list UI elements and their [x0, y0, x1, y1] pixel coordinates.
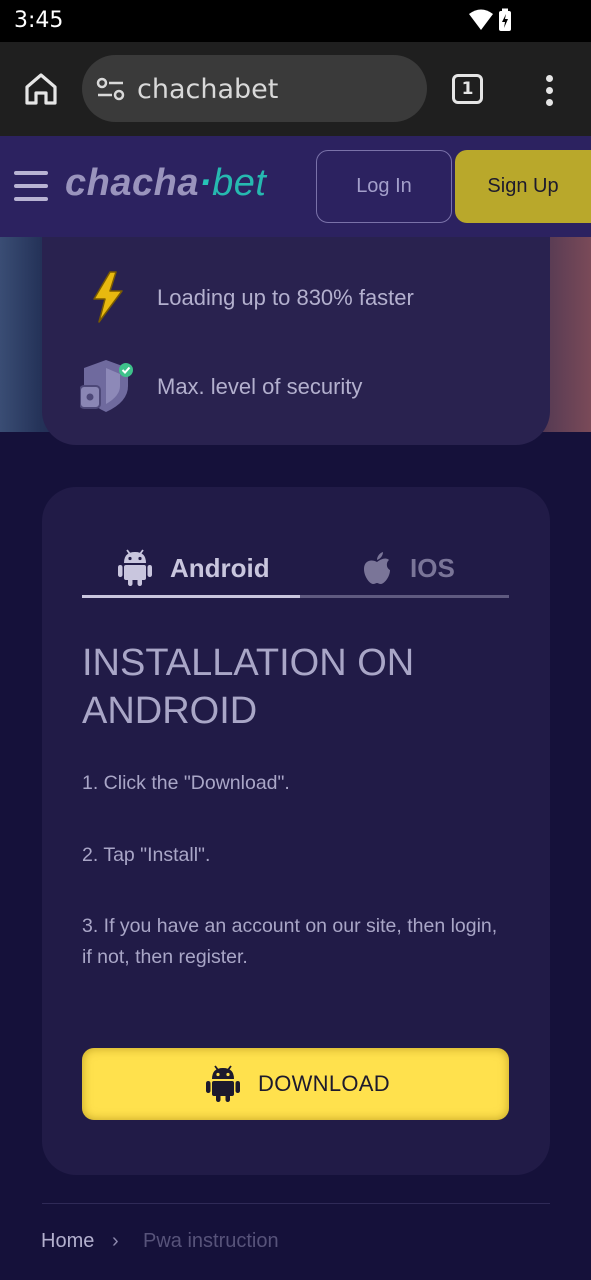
tab-android-label: Android: [170, 553, 270, 583]
shield-icon: [79, 358, 136, 414]
instruction-step: 1. Click the "Download".: [82, 772, 290, 794]
tab-active-indicator: [82, 595, 300, 598]
tab-ios[interactable]: IOS: [360, 547, 470, 591]
site-header: chacha·bet Log In Sign Up: [0, 136, 591, 237]
feature-item: Max. level of security: [42, 358, 550, 418]
login-button[interactable]: Log In: [316, 150, 452, 223]
features-panel: Loading up to 830% faster Max. level of …: [42, 237, 550, 445]
download-button[interactable]: DOWNLOAD: [82, 1048, 509, 1120]
status-icons: [467, 8, 547, 39]
site-logo[interactable]: chacha·bet: [65, 162, 266, 205]
breadcrumb-home-link[interactable]: Home: [41, 1230, 94, 1253]
download-label: DOWNLOAD: [258, 1071, 390, 1096]
browser-toolbar: chachabet 1: [0, 42, 591, 136]
installation-card: Android IOS INSTALLATION ON ANDROID 1. C…: [42, 487, 550, 1175]
instruction-step: 3. If you have an account on our site, t…: [82, 915, 498, 968]
address-bar[interactable]: chachabet: [82, 55, 427, 122]
apple-icon: [362, 551, 392, 590]
status-bar: 3:45: [0, 0, 591, 42]
home-icon[interactable]: [22, 70, 60, 108]
tab-switcher-button[interactable]: 1: [452, 74, 483, 104]
feature-text: Loading up to 830% faster: [157, 285, 414, 310]
site-settings-icon[interactable]: [96, 76, 126, 107]
tab-ios-label: IOS: [410, 553, 455, 583]
android-icon: [206, 1065, 240, 1106]
signup-button[interactable]: Sign Up: [455, 150, 591, 223]
chevron-right-icon: ›: [112, 1230, 119, 1252]
wifi-icon: [469, 9, 493, 30]
status-time: 3:45: [14, 8, 64, 33]
android-icon: [118, 549, 152, 592]
instruction-step: 2. Tap "Install".: [82, 844, 211, 866]
breadcrumb-current: Pwa instruction: [143, 1230, 279, 1252]
tab-android[interactable]: Android: [118, 547, 308, 591]
lightning-icon: [80, 269, 136, 325]
battery-icon: [499, 8, 511, 31]
feature-item: Loading up to 830% faster: [42, 269, 550, 329]
divider: [42, 1203, 550, 1204]
feature-text: Max. level of security: [157, 374, 363, 399]
more-menu-icon[interactable]: [540, 75, 558, 107]
url-text: chachabet: [137, 74, 279, 105]
hamburger-menu-icon[interactable]: [14, 171, 48, 201]
tab-indicator-track: [82, 595, 509, 598]
installation-title: INSTALLATION ON ANDROID: [82, 642, 415, 732]
